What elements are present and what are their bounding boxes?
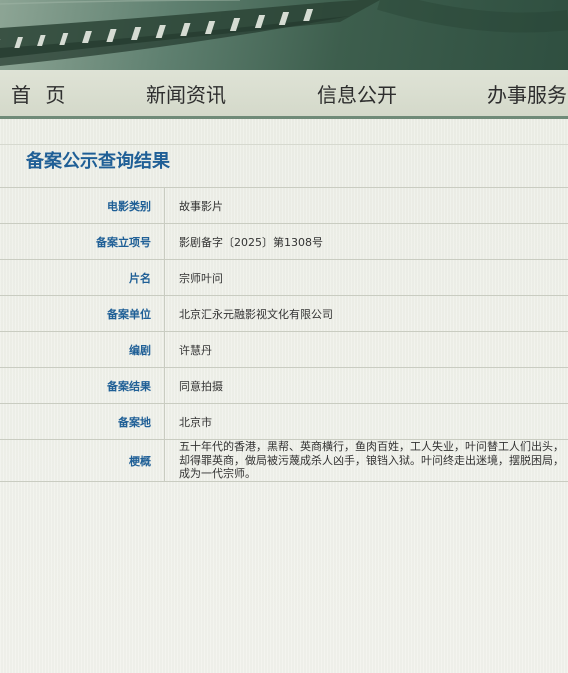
field-label-synopsis: 梗概 (0, 439, 165, 482)
table-row: 备案结果 同意拍摄 (0, 367, 568, 404)
field-value-filing-company: 北京汇永元融影视文化有限公司 (164, 295, 568, 332)
table-row: 备案立项号 影剧备字〔2025〕第1308号 (0, 223, 568, 260)
field-value-synopsis-cell: 五十年代的香港，黑帮、英商横行，鱼肉百姓，工人失业，叶问替工人们出头，却得罪英商… (164, 439, 568, 482)
nav-news[interactable]: 新闻资讯 (146, 79, 226, 108)
field-label-filing-company: 备案单位 (0, 295, 165, 332)
table-row: 电影类别 故事影片 (0, 187, 568, 224)
table-row: 备案地 北京市 (0, 403, 568, 440)
table-row: 备案单位 北京汇永元融影视文化有限公司 (0, 295, 568, 332)
nav-home[interactable]: 首 页 (11, 79, 69, 108)
table-row: 编剧 许慧丹 (0, 331, 568, 368)
field-value-filing-number: 影剧备字〔2025〕第1308号 (164, 223, 568, 260)
field-value-synopsis: 五十年代的香港，黑帮、英商横行，鱼肉百姓，工人失业，叶问替工人们出头，却得罪英商… (179, 440, 564, 481)
nav-services[interactable]: 办事服务 (487, 79, 567, 108)
field-label-filing-location: 备案地 (0, 403, 165, 440)
title-divider (0, 144, 568, 145)
field-label-filing-result: 备案结果 (0, 367, 165, 404)
field-label-title: 片名 (0, 259, 165, 296)
field-value-film-category: 故事影片 (164, 187, 568, 224)
table-row: 片名 宗师叶问 (0, 259, 568, 296)
field-value-title: 宗师叶问 (164, 259, 568, 296)
field-value-screenwriter: 许慧丹 (164, 331, 568, 368)
film-strip-graphic (0, 0, 568, 66)
field-label-film-category: 电影类别 (0, 187, 165, 224)
table-row: 梗概 五十年代的香港，黑帮、英商横行，鱼肉百姓，工人失业，叶问替工人们出头，却得… (0, 439, 568, 482)
page-title: 备案公示查询结果 (26, 151, 170, 172)
nav-info-disclosure[interactable]: 信息公开 (317, 79, 397, 108)
field-label-filing-number: 备案立项号 (0, 223, 165, 260)
header-banner (0, 0, 568, 70)
record-details-table: 电影类别 故事影片 备案立项号 影剧备字〔2025〕第1308号 片名 宗师叶问… (0, 187, 568, 482)
field-label-screenwriter: 编剧 (0, 331, 165, 368)
field-value-filing-location: 北京市 (164, 403, 568, 440)
main-navigation: 首 页 新闻资讯 信息公开 办事服务 (0, 70, 568, 119)
field-value-filing-result: 同意拍摄 (164, 367, 568, 404)
